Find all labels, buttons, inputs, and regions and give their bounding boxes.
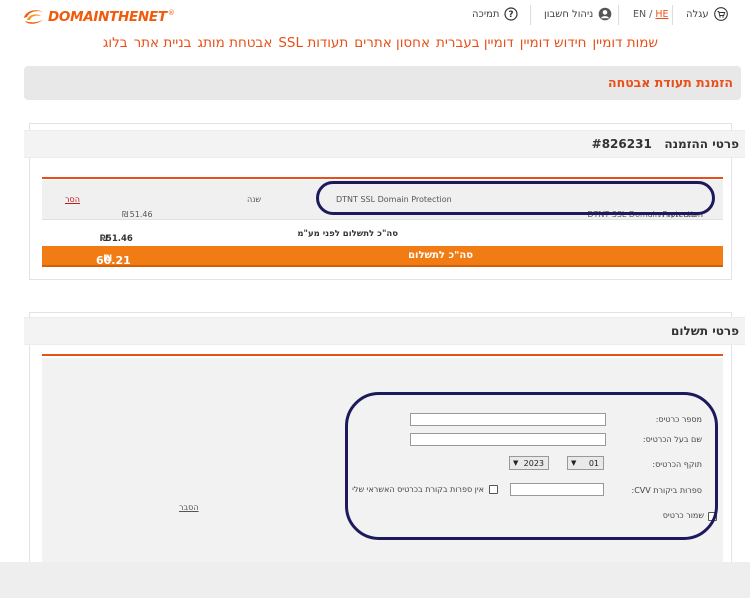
nav-item-blog[interactable]: בלוג [103,35,128,51]
payment-details-heading: פרטי תשלום [670,324,739,338]
subtotal-label: סה"כ לתשלום לפני מע"מ [297,229,398,239]
top-bar: DOMAINTHENET ® ? תמיכה ניהול חשבון EN / … [0,0,750,30]
support-link[interactable]: ? תמיכה [472,7,519,21]
nav-item-ssl-certificates[interactable]: תעודות SSL [278,35,348,51]
nav-item-domain-renewal[interactable]: חידוש דומיין [520,35,587,51]
annotation-oval-payment [345,392,718,540]
page-title: הזמנת תעודת אבטחה [608,75,733,90]
order-item-price: ₪ 51.46 [122,210,153,219]
total-bar: סה"כ לתשלום 60.21 ₪ [42,246,723,267]
nav-item-brand-protection[interactable]: אבטחת מותג [198,35,273,51]
order-number: #826231 [591,137,652,151]
main-nav: שמות דומיין חידוש דומיין דומיין בעברית א… [103,35,658,51]
subtotal-value: ₪ 51.46 [100,234,133,244]
order-divider [42,177,723,179]
language-switcher[interactable]: EN / HE [633,9,669,20]
divider [672,5,673,25]
divider [530,5,531,25]
nav-item-web-hosting[interactable]: אחסון אתרים [354,35,430,51]
cart-link[interactable]: עגלה [686,7,728,21]
nav-item-website-builder[interactable]: בניית אתר [134,35,192,51]
page-title-band: הזמנת תעודת אבטחה [24,66,741,100]
account-link[interactable]: ניהול חשבון [544,7,612,21]
lang-en[interactable]: EN [633,9,646,20]
lang-he[interactable]: HE [655,9,668,20]
order-details-header: פרטי ההזמנה #826231 [24,130,745,158]
help-link[interactable]: הסבר [179,503,199,512]
logo-registered-mark: ® [167,9,175,17]
order-item-period: שנה [247,195,262,204]
total-label: סה"כ לתשלום [408,250,473,261]
payment-divider [42,354,723,356]
user-circle-icon [598,7,612,21]
logo-text: DOMAINTHENET [48,9,167,25]
support-label: תמיכה [472,8,500,20]
cart-label: עגלה [686,8,709,20]
divider [618,5,619,25]
account-label: ניהול חשבון [544,8,594,20]
nav-item-domain-names[interactable]: שמות דומיין [592,35,658,51]
payment-details-header: פרטי תשלום [24,317,745,345]
lang-separator: / [646,9,656,20]
footer-area [0,562,750,598]
remove-item-link[interactable]: הסר [65,195,80,204]
nav-item-hebrew-domain[interactable]: דומיין בעברית [436,35,514,51]
help-circle-icon: ? [504,7,519,21]
brand-logo[interactable]: DOMAINTHENET ® [22,6,175,28]
annotation-oval-product [316,181,715,215]
total-value: 60.21 ₪ [96,254,131,267]
cart-icon [713,7,728,21]
logo-swoosh-icon [24,10,44,24]
subtotal-row: סה"כ לתשלום לפני מע"מ ₪ 51.46 [42,224,723,244]
order-details-heading: פרטי ההזמנה #826231 [591,137,739,151]
svg-text:?: ? [509,10,514,20]
